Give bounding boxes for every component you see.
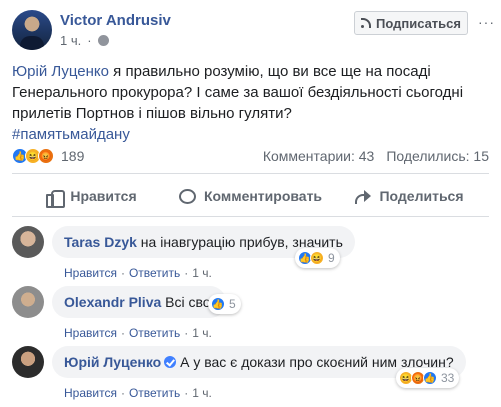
post-text-line1: я правильно розумію, що ви все ще на пос…: [109, 63, 431, 80]
comment-button-label: Комментировать: [203, 188, 323, 204]
comment-reactions-count: 5: [229, 297, 236, 311]
subscribe-button[interactable]: Подписаться: [354, 11, 468, 35]
comment-reactions-count: 33: [441, 371, 455, 385]
comment-actions: Нравится · Ответить · 1 ч.: [64, 266, 212, 280]
comment-like-link[interactable]: Нравится: [64, 386, 117, 400]
comment-time[interactable]: 1 ч.: [192, 326, 212, 340]
share-icon: [355, 189, 372, 204]
share-button-label: Поделиться: [379, 188, 464, 204]
post-meta: 1 ч. ·: [60, 33, 109, 48]
shares-count[interactable]: Поделились: 15: [386, 148, 489, 164]
like-button[interactable]: Нравится: [12, 178, 171, 214]
like-button-label: Нравится: [70, 188, 137, 204]
engagement-counts: Комментарии: 43 Поделились: 15: [263, 148, 489, 164]
comment-reactions-count: 9: [328, 251, 335, 265]
post-hashtag[interactable]: #памятьмайдану: [12, 126, 130, 143]
thumbs-up-icon: [46, 188, 66, 208]
divider: [12, 173, 489, 174]
avatar[interactable]: [12, 346, 44, 378]
divider: [12, 216, 489, 217]
comment-reply-link[interactable]: Ответить: [129, 386, 180, 400]
comment-reactions[interactable]: 😆 😡 👍 33: [396, 368, 460, 388]
comment-reactions[interactable]: 👍 😆 9: [295, 248, 340, 268]
avatar[interactable]: [12, 286, 44, 318]
comment-reply-link[interactable]: Ответить: [129, 326, 180, 340]
comment-author[interactable]: Olexandr Pliva: [64, 294, 161, 310]
like-reaction-icon: 👍: [423, 371, 437, 385]
like-reaction-icon: 👍: [211, 297, 225, 311]
comment-time[interactable]: 1 ч.: [192, 386, 212, 400]
comment-time[interactable]: 1 ч.: [192, 266, 212, 280]
reactions-summary: 👍 😆 😡 189 Комментарии: 43 Поделились: 15: [12, 146, 489, 166]
comment-reactions[interactable]: 👍 5: [208, 294, 241, 314]
globe-icon[interactable]: [97, 35, 109, 46]
comment-like-link[interactable]: Нравится: [64, 326, 117, 340]
share-button[interactable]: Поделиться: [330, 178, 489, 214]
haha-reaction-icon: 😆: [310, 251, 324, 265]
comment-reply-link[interactable]: Ответить: [129, 266, 180, 280]
comment-actions: Нравится · Ответить · 1 ч.: [64, 326, 212, 340]
post-time[interactable]: 1 ч.: [60, 33, 81, 48]
author-avatar[interactable]: [12, 10, 52, 50]
comment-actions: Нравится · Ответить · 1 ч.: [64, 386, 212, 400]
comment-icon: [178, 188, 196, 204]
comment-button[interactable]: Комментировать: [171, 178, 330, 214]
comment-like-link[interactable]: Нравится: [64, 266, 117, 280]
subscribe-label: Подписаться: [375, 15, 461, 31]
comment-bubble: Olexandr Pliva Всі свої: [52, 286, 227, 318]
comment-author[interactable]: Taras Dzyk: [64, 234, 137, 250]
post-header: Victor Andrusiv 1 ч. · Подписаться ···: [0, 0, 501, 60]
avatar[interactable]: [12, 226, 44, 258]
post-text-line3: прилетів Портнов і пішов вільно гуляти?: [12, 105, 292, 122]
comment-author[interactable]: Юрій Луценко: [64, 354, 161, 370]
post-mention[interactable]: Юрій Луценко: [12, 63, 109, 80]
post-text: Юрій Луценко я правильно розумію, що ви …: [12, 61, 492, 145]
rss-icon: [360, 18, 371, 28]
angry-reaction-icon[interactable]: 😡: [38, 148, 54, 164]
comments-count[interactable]: Комментарии: 43: [263, 148, 375, 164]
verified-badge-icon: [164, 356, 177, 368]
post-author-name[interactable]: Victor Andrusiv: [60, 12, 171, 29]
post-actions: Нравится Комментировать Поделиться: [12, 178, 489, 214]
post-text-line2: Генерального прокурора? І саме за вашої …: [12, 84, 464, 101]
reactions-count[interactable]: 189: [61, 148, 84, 164]
more-options-icon[interactable]: ···: [478, 14, 495, 30]
